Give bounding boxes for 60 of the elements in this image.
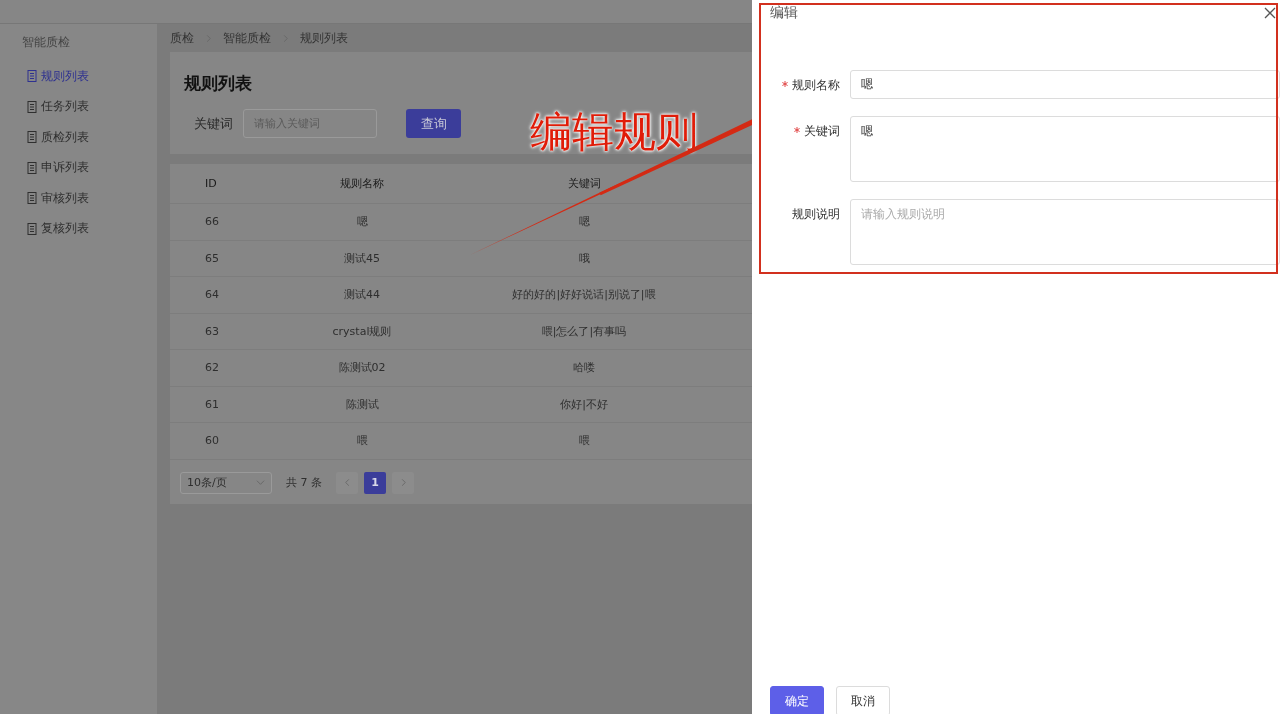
table-cell: 62 xyxy=(170,350,250,387)
next-page-button[interactable] xyxy=(392,471,414,494)
table-cell: crystal规则 xyxy=(250,313,474,350)
annotation-text: 编辑规则 xyxy=(530,106,698,158)
rule-name-field[interactable]: 嗯 xyxy=(850,70,1280,99)
drawer-title: 编辑 xyxy=(770,4,798,22)
form-label: 规则说明 xyxy=(791,206,841,223)
query-button[interactable]: 查询 xyxy=(406,109,461,138)
table-cell: 66 xyxy=(170,204,250,241)
document-icon xyxy=(27,100,37,113)
table-cell: 喂 xyxy=(474,423,694,460)
page-button[interactable]: 1 xyxy=(364,471,386,494)
table-cell: 哦 xyxy=(474,240,694,277)
document-icon xyxy=(27,131,37,144)
column-header: 规则名称 xyxy=(250,164,474,204)
table-cell: 陈测试 xyxy=(250,386,474,423)
breadcrumb-item[interactable]: 智能质检 xyxy=(223,29,271,47)
column-header: ID xyxy=(170,164,250,204)
close-icon[interactable] xyxy=(1264,7,1276,19)
table-cell: 喂|怎么了|有事吗 xyxy=(474,313,694,350)
confirm-button[interactable]: 确定 xyxy=(770,686,824,714)
table-cell: 63 xyxy=(170,313,250,350)
page-size-select[interactable]: 10条/页 xyxy=(180,471,272,494)
table-cell: 你好|不好 xyxy=(474,386,694,423)
prev-page-button[interactable] xyxy=(336,471,358,494)
table-cell: 好的好的|好好说话|别说了|喂 xyxy=(474,277,694,314)
table-cell: 65 xyxy=(170,240,250,277)
form-label: 关键词 xyxy=(770,116,850,140)
sidebar-item[interactable]: 申诉列表 xyxy=(22,152,157,183)
field-label: 关键词 xyxy=(194,114,233,133)
form-label: 规则名称 xyxy=(770,70,850,94)
table-cell: 嗯 xyxy=(250,204,474,241)
sidebar-item[interactable]: 规则列表 xyxy=(22,61,157,92)
cancel-button[interactable]: 取消 xyxy=(836,686,890,714)
required-icon xyxy=(782,81,788,87)
table-cell: 60 xyxy=(170,423,250,460)
table-cell: 测试44 xyxy=(250,277,474,314)
page-title: 规则列表 xyxy=(184,72,252,95)
table-cell: 61 xyxy=(170,386,250,423)
document-icon xyxy=(27,161,37,174)
table-cell: 哈喽 xyxy=(474,350,694,387)
required-icon xyxy=(794,127,800,133)
document-icon xyxy=(27,222,37,235)
table-cell: 64 xyxy=(170,277,250,314)
text-area-field[interactable]: 请输入规则说明 xyxy=(850,199,1280,265)
sidebar-title: 智能质检 xyxy=(22,34,71,51)
chevron-left-icon xyxy=(342,478,352,487)
document-icon xyxy=(27,192,37,205)
sidebar-item[interactable]: 任务列表 xyxy=(22,91,157,122)
sidebar-item[interactable]: 复核列表 xyxy=(22,213,157,244)
sidebar-item[interactable]: 质检列表 xyxy=(22,122,157,153)
table-cell: 喂 xyxy=(250,423,474,460)
document-icon xyxy=(27,70,37,83)
text-area-field[interactable]: 嗯 xyxy=(850,116,1280,182)
total-count: 共 7 条 xyxy=(286,475,322,490)
sidebar-item[interactable]: 审核列表 xyxy=(22,183,157,214)
breadcrumb-item[interactable]: 规则列表 xyxy=(300,29,348,47)
table-cell: 测试45 xyxy=(250,240,474,277)
table-cell: 陈测试02 xyxy=(250,350,474,387)
breadcrumb-item[interactable]: 质检 xyxy=(170,29,194,47)
